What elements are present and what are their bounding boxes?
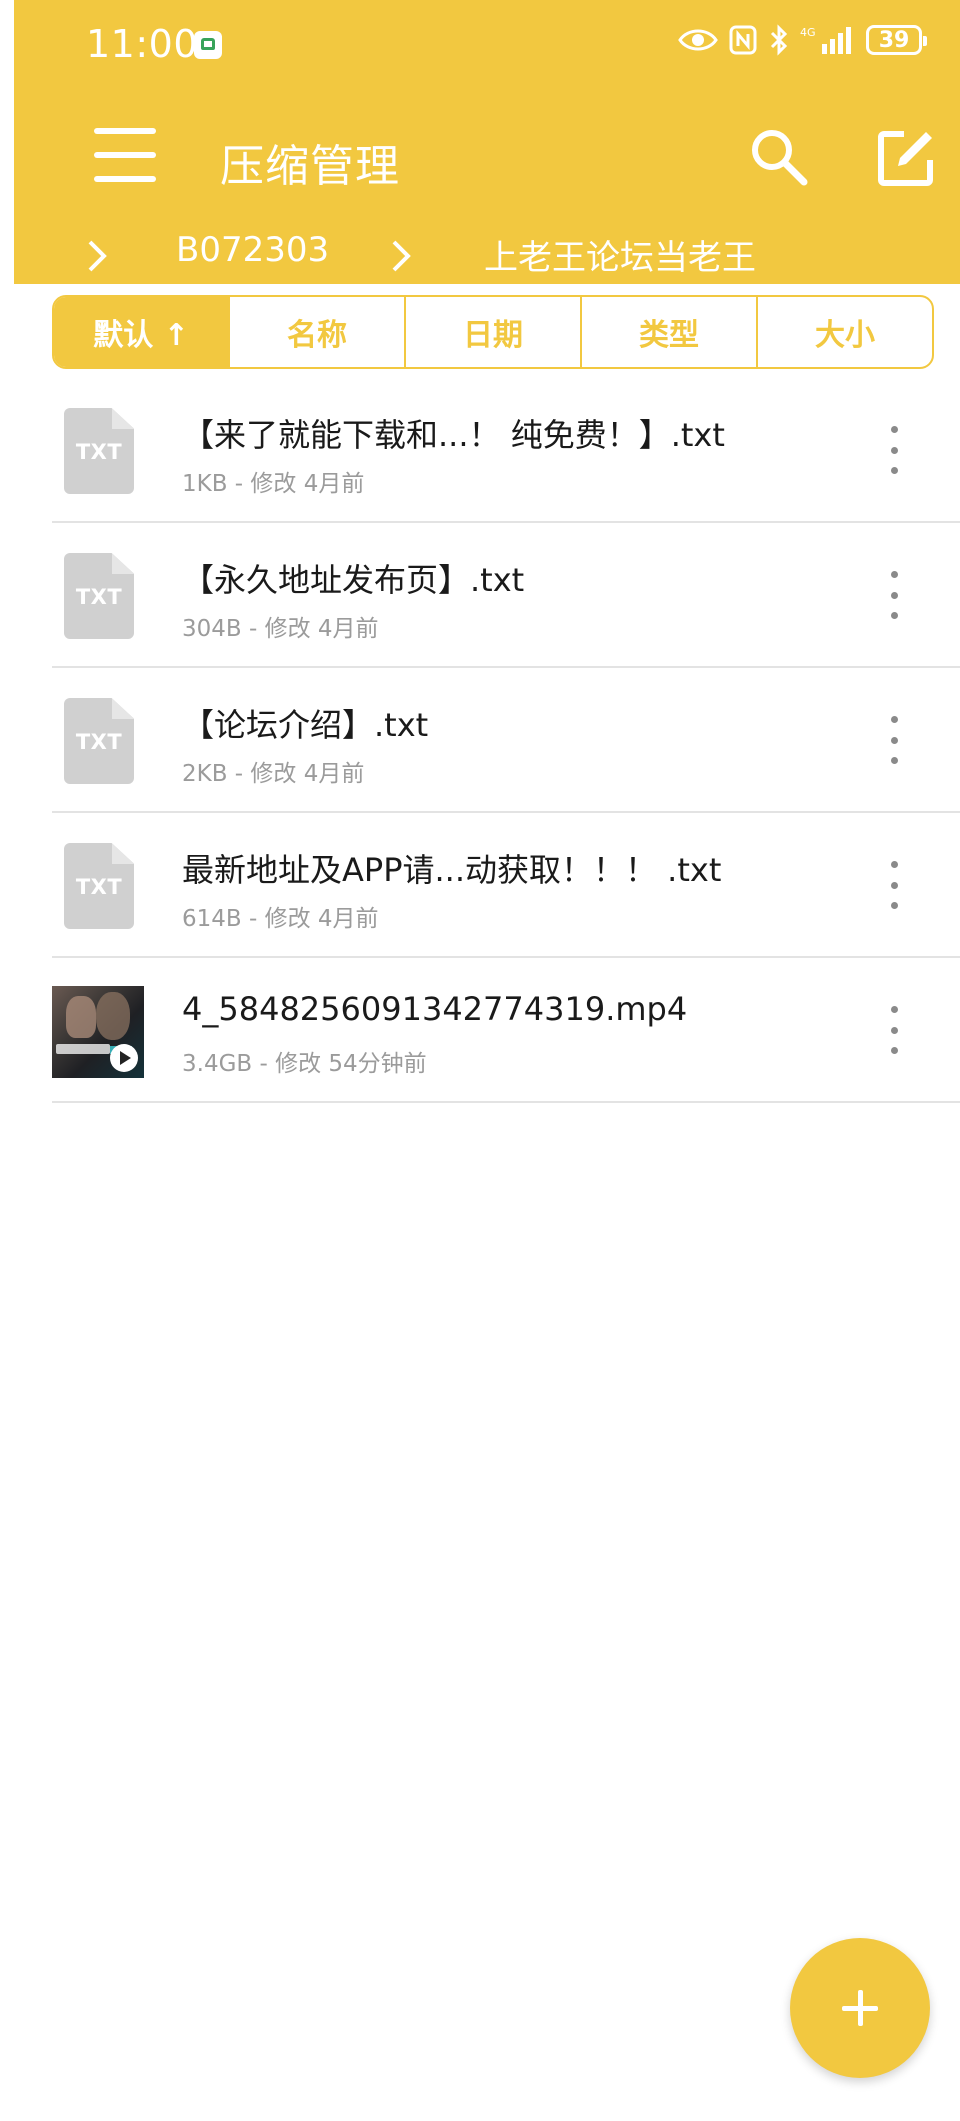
tab-sort-size[interactable]: 大小 xyxy=(756,297,932,367)
chevron-right-icon xyxy=(392,240,411,272)
file-meta: 3.4GB - 修改 54分钟前 xyxy=(182,1051,427,1077)
search-icon[interactable] xyxy=(746,124,810,188)
more-options-icon[interactable] xyxy=(882,1006,906,1054)
add-button[interactable] xyxy=(790,1938,930,2078)
tab-sort-name[interactable]: 名称 xyxy=(228,297,404,367)
file-meta: 304B - 修改 4月前 xyxy=(182,616,379,642)
list-item[interactable]: 4_5848256091342774319.mp4 3.4GB - 修改 54分… xyxy=(52,958,960,1103)
breadcrumb-item-folder[interactable]: B072303 xyxy=(176,230,329,270)
list-item[interactable]: TXT 【论坛介绍】.txt 2KB - 修改 4月前 xyxy=(52,668,960,813)
more-options-icon[interactable] xyxy=(882,571,906,619)
nfc-icon xyxy=(729,25,757,55)
app-header: 11:00 4G 39 压缩管理 B072303 上老王论坛当老王 xyxy=(14,0,960,284)
txt-file-icon: TXT xyxy=(64,553,134,639)
eye-icon xyxy=(678,29,718,51)
list-item[interactable]: TXT 最新地址及APP请...动获取！！！ .txt 614B - 修改 4月… xyxy=(52,813,960,958)
battery-level: 39 xyxy=(878,27,910,53)
battery-icon: 39 xyxy=(866,25,927,55)
txt-file-icon: TXT xyxy=(64,843,134,929)
tab-sort-type[interactable]: 类型 xyxy=(580,297,756,367)
file-meta: 614B - 修改 4月前 xyxy=(182,906,379,932)
status-time: 11:00 xyxy=(86,22,199,66)
file-name: 最新地址及APP请...动获取！！！ .txt xyxy=(182,851,722,889)
home-app-icon xyxy=(194,31,222,59)
file-meta: 1KB - 修改 4月前 xyxy=(182,471,365,497)
play-icon xyxy=(110,1044,138,1072)
edit-icon[interactable] xyxy=(876,128,936,188)
more-options-icon[interactable] xyxy=(882,861,906,909)
signal-icon: 4G xyxy=(800,26,851,54)
txt-file-icon: TXT xyxy=(64,698,134,784)
file-meta: 2KB - 修改 4月前 xyxy=(182,761,365,787)
more-options-icon[interactable] xyxy=(882,426,906,474)
file-name: 【永久地址发布页】.txt xyxy=(182,561,525,599)
network-label: 4G xyxy=(800,26,816,39)
chevron-right-icon xyxy=(88,240,107,272)
app-title: 压缩管理 xyxy=(220,141,400,192)
tab-sort-date[interactable]: 日期 xyxy=(404,297,580,367)
list-item[interactable]: TXT 【来了就能下载和...！ 纯免费！】.txt 1KB - 修改 4月前 xyxy=(52,378,960,523)
status-icons: 4G 39 xyxy=(678,24,927,56)
txt-file-icon: TXT xyxy=(64,408,134,494)
more-options-icon[interactable] xyxy=(882,716,906,764)
sort-tabs: 默认 ↑ 名称 日期 类型 大小 xyxy=(52,295,934,369)
bluetooth-icon xyxy=(770,24,788,56)
breadcrumb-item-archive[interactable]: 上老王论坛当老王 xyxy=(484,230,756,279)
file-name: 4_5848256091342774319.mp4 xyxy=(182,990,688,1028)
video-thumbnail xyxy=(52,986,144,1078)
file-name: 【论坛介绍】.txt xyxy=(182,706,429,744)
file-list: TXT 【来了就能下载和...！ 纯免费！】.txt 1KB - 修改 4月前 … xyxy=(52,378,960,1103)
list-item[interactable]: TXT 【永久地址发布页】.txt 304B - 修改 4月前 xyxy=(52,523,960,668)
tab-sort-default[interactable]: 默认 ↑ xyxy=(54,297,228,367)
hamburger-menu-icon[interactable] xyxy=(94,128,156,182)
file-name: 【来了就能下载和...！ 纯免费！】.txt xyxy=(182,416,725,454)
